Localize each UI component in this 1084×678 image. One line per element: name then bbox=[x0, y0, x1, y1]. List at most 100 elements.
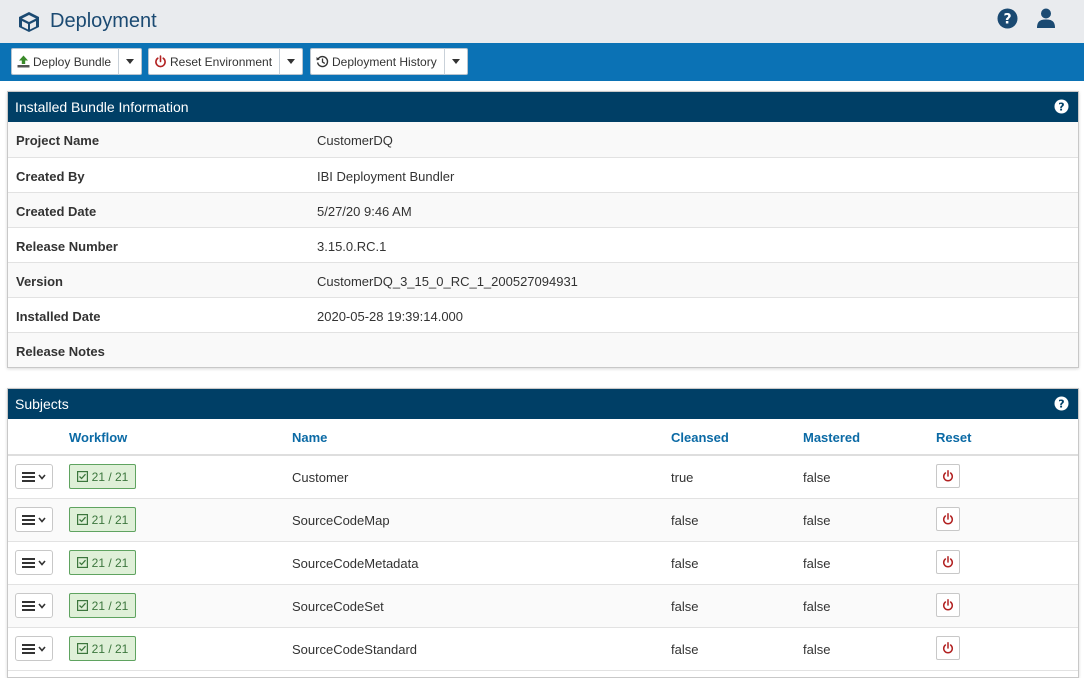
subject-name: SourceCodeSet bbox=[292, 599, 384, 614]
subjects-table-body: 21 / 21 Customer true false 21 / 21 Sour… bbox=[8, 456, 1078, 671]
svg-text:?: ? bbox=[1058, 398, 1064, 411]
check-square-icon bbox=[76, 643, 88, 654]
subjects-panel: Subjects ? Workflow Name Cleansed Master… bbox=[7, 388, 1079, 678]
check-square-icon bbox=[76, 471, 88, 482]
hamburger-icon bbox=[22, 557, 35, 568]
check-square-icon bbox=[76, 600, 88, 611]
row-menu-button[interactable] bbox=[15, 507, 53, 532]
hamburger-icon bbox=[22, 471, 35, 482]
cleansed-value: false bbox=[671, 513, 699, 528]
info-row-project-name: Project Name CustomerDQ bbox=[8, 122, 1078, 157]
info-value: 3.15.0.RC.1 bbox=[317, 239, 387, 254]
chevron-down-icon bbox=[38, 473, 46, 480]
info-value: 2020-05-28 19:39:14.000 bbox=[317, 309, 464, 324]
cleansed-value: false bbox=[671, 599, 699, 614]
info-value: 5/27/20 9:46 AM bbox=[317, 204, 412, 219]
reset-subject-button[interactable] bbox=[936, 464, 960, 488]
info-label: Release Notes bbox=[16, 344, 105, 359]
subjects-title: Subjects bbox=[15, 396, 69, 412]
info-label: Created By bbox=[16, 169, 85, 184]
user-icon[interactable] bbox=[1035, 7, 1057, 29]
deployment-history-group: Deployment History bbox=[310, 48, 468, 75]
info-value: IBI Deployment Bundler bbox=[317, 169, 455, 184]
info-row-version: Version CustomerDQ_3_15_0_RC_1_200527094… bbox=[8, 262, 1078, 297]
reset-environment-label: Reset Environment bbox=[170, 54, 273, 69]
deployment-history-dropdown[interactable] bbox=[444, 48, 468, 75]
history-icon bbox=[316, 55, 329, 68]
info-label: Created Date bbox=[16, 204, 97, 219]
subject-name: SourceCodeMap bbox=[292, 513, 390, 528]
table-row: 21 / 21 SourceCodeMap false false bbox=[8, 499, 1078, 542]
row-menu-button[interactable] bbox=[15, 550, 53, 575]
workflow-badge[interactable]: 21 / 21 bbox=[69, 464, 136, 489]
help-icon[interactable]: ? bbox=[997, 8, 1018, 29]
workflow-badge[interactable]: 21 / 21 bbox=[69, 636, 136, 661]
chevron-down-icon bbox=[38, 559, 46, 566]
info-label: Project Name bbox=[16, 133, 100, 148]
power-icon bbox=[943, 642, 953, 654]
mastered-value: false bbox=[803, 642, 831, 657]
reset-subject-button[interactable] bbox=[936, 636, 960, 660]
mastered-value: false bbox=[803, 470, 831, 485]
info-label: Installed Date bbox=[16, 309, 101, 324]
row-menu-button[interactable] bbox=[15, 636, 53, 661]
help-icon[interactable]: ? bbox=[1054, 99, 1069, 114]
bundle-info-panel: Installed Bundle Information ? Project N… bbox=[7, 91, 1079, 368]
workflow-count: 21 / 21 bbox=[91, 598, 129, 613]
deploy-bundle-group: Deploy Bundle bbox=[11, 48, 142, 75]
info-value: CustomerDQ bbox=[317, 133, 393, 148]
table-row: 21 / 21 SourceCodeStandard false false bbox=[8, 628, 1078, 671]
subject-name: Customer bbox=[292, 470, 349, 485]
workflow-badge[interactable]: 21 / 21 bbox=[69, 550, 136, 575]
info-label: Release Number bbox=[16, 239, 118, 254]
column-header-name[interactable]: Name bbox=[292, 430, 327, 445]
info-row-created-by: Created By IBI Deployment Bundler bbox=[8, 157, 1078, 192]
bundle-info-header: Installed Bundle Information ? bbox=[8, 92, 1078, 122]
reset-subject-button[interactable] bbox=[936, 593, 960, 617]
column-header-cleansed[interactable]: Cleansed bbox=[671, 430, 729, 445]
upload-icon bbox=[17, 55, 30, 68]
check-square-icon bbox=[76, 557, 88, 568]
deploy-bundle-dropdown[interactable] bbox=[118, 48, 142, 75]
caret-down-icon bbox=[287, 59, 295, 64]
workflow-count: 21 / 21 bbox=[91, 512, 129, 527]
power-icon bbox=[943, 513, 953, 525]
page-title: Deployment bbox=[50, 10, 157, 32]
bundle-info-table: Project Name CustomerDQ Created By IBI D… bbox=[8, 122, 1078, 367]
toolbar: Deploy Bundle Reset Environment Deployme… bbox=[0, 43, 1084, 81]
chevron-down-icon bbox=[38, 602, 46, 609]
power-icon bbox=[155, 55, 166, 68]
subjects-table-header: Workflow Name Cleansed Mastered Reset bbox=[8, 419, 1078, 456]
info-label: Version bbox=[16, 274, 63, 289]
chevron-down-icon bbox=[38, 645, 46, 652]
cube-icon bbox=[19, 12, 39, 32]
info-value: CustomerDQ_3_15_0_RC_1_200527094931 bbox=[317, 274, 578, 289]
reset-environment-button[interactable]: Reset Environment bbox=[148, 48, 279, 75]
column-header-reset[interactable]: Reset bbox=[936, 430, 971, 445]
row-menu-button[interactable] bbox=[15, 464, 53, 489]
reset-environment-dropdown[interactable] bbox=[279, 48, 303, 75]
workflow-count: 21 / 21 bbox=[91, 641, 129, 656]
deploy-bundle-button[interactable]: Deploy Bundle bbox=[11, 48, 118, 75]
mastered-value: false bbox=[803, 513, 831, 528]
reset-subject-button[interactable] bbox=[936, 550, 960, 574]
power-icon bbox=[943, 470, 953, 482]
subject-name: SourceCodeStandard bbox=[292, 642, 418, 657]
info-row-release-notes: Release Notes bbox=[8, 332, 1078, 367]
workflow-badge[interactable]: 21 / 21 bbox=[69, 507, 136, 532]
column-header-mastered[interactable]: Mastered bbox=[803, 430, 860, 445]
power-icon bbox=[943, 556, 953, 568]
help-icon[interactable]: ? bbox=[1054, 396, 1069, 411]
deploy-bundle-label: Deploy Bundle bbox=[33, 54, 112, 69]
hamburger-icon bbox=[22, 600, 35, 611]
workflow-badge[interactable]: 21 / 21 bbox=[69, 593, 136, 618]
column-header-workflow[interactable]: Workflow bbox=[69, 430, 127, 445]
bundle-info-title: Installed Bundle Information bbox=[15, 99, 189, 115]
title-bar: Deployment ? bbox=[0, 0, 1084, 43]
deployment-history-button[interactable]: Deployment History bbox=[310, 48, 444, 75]
reset-subject-button[interactable] bbox=[936, 507, 960, 531]
mastered-value: false bbox=[803, 556, 831, 571]
workflow-count: 21 / 21 bbox=[91, 469, 129, 484]
check-square-icon bbox=[76, 514, 88, 525]
row-menu-button[interactable] bbox=[15, 593, 53, 618]
